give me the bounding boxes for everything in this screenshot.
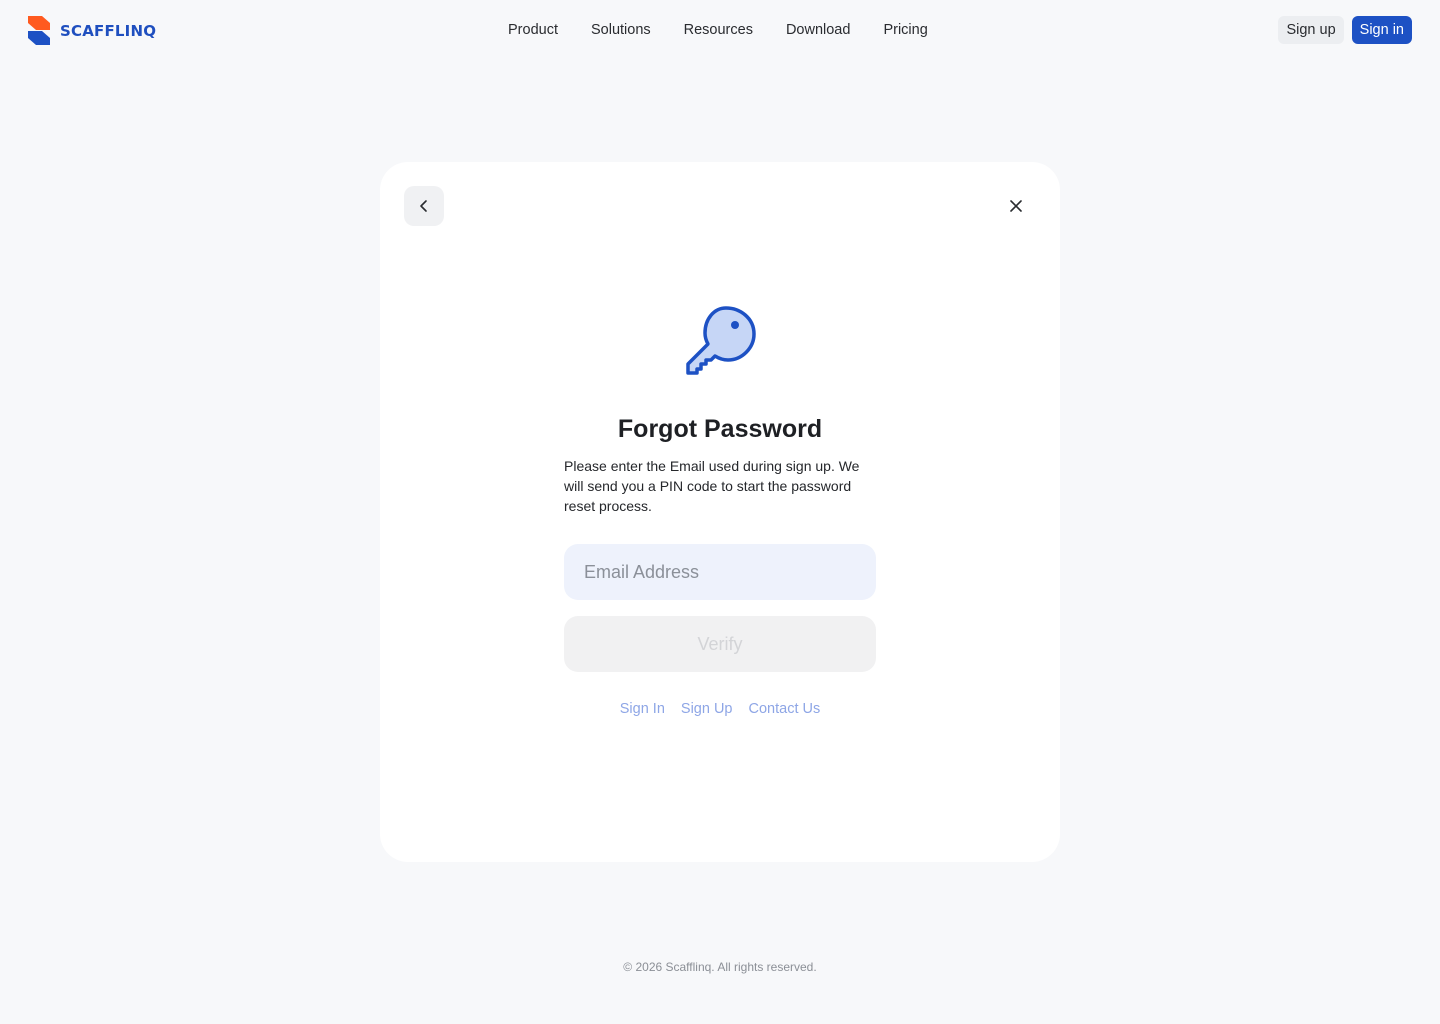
nav-item-resources[interactable]: Resources [684, 20, 753, 40]
key-icon [686, 306, 756, 375]
nav-item-solutions[interactable]: Solutions [591, 20, 651, 40]
signup-link[interactable]: Sign Up [681, 701, 733, 717]
signup-button[interactable]: Sign up [1278, 16, 1344, 44]
nav-item-product[interactable]: Product [508, 20, 558, 40]
main-nav: Product Solutions Resources Download Pri… [508, 20, 928, 40]
auth-links: Sign In Sign Up Contact Us [380, 701, 1060, 717]
signin-link[interactable]: Sign In [620, 701, 665, 717]
back-button[interactable] [404, 186, 444, 226]
email-field[interactable] [564, 544, 876, 600]
auth-actions: Sign up Sign in [1278, 16, 1412, 44]
brand-name: SCAFFLINQ [60, 21, 157, 40]
chevron-left-icon [420, 200, 427, 212]
top-header: SCAFFLINQ Product Solutions Resources Do… [0, 0, 1440, 60]
forgot-password-card: Forgot Password Please enter the Email u… [380, 162, 1060, 862]
modal-description: Please enter the Email used during sign … [564, 458, 860, 514]
close-button[interactable] [996, 186, 1036, 226]
modal-title: Forgot Password [617, 415, 823, 443]
footer-copyright: © 2026 Scafflinq. All rights reserved. [623, 960, 817, 974]
close-icon [1010, 200, 1022, 212]
page: SCAFFLINQ Product Solutions Resources Do… [0, 0, 1440, 1024]
nav-item-download[interactable]: Download [786, 20, 851, 40]
nav-item-pricing[interactable]: Pricing [883, 20, 927, 40]
signin-button[interactable]: Sign in [1351, 16, 1412, 44]
brand-logo[interactable]: SCAFFLINQ [28, 16, 156, 45]
verify-button[interactable]: Verify [564, 616, 876, 672]
contact-us-link[interactable]: Contact Us [749, 701, 821, 717]
logo-mark-icon [28, 16, 50, 45]
